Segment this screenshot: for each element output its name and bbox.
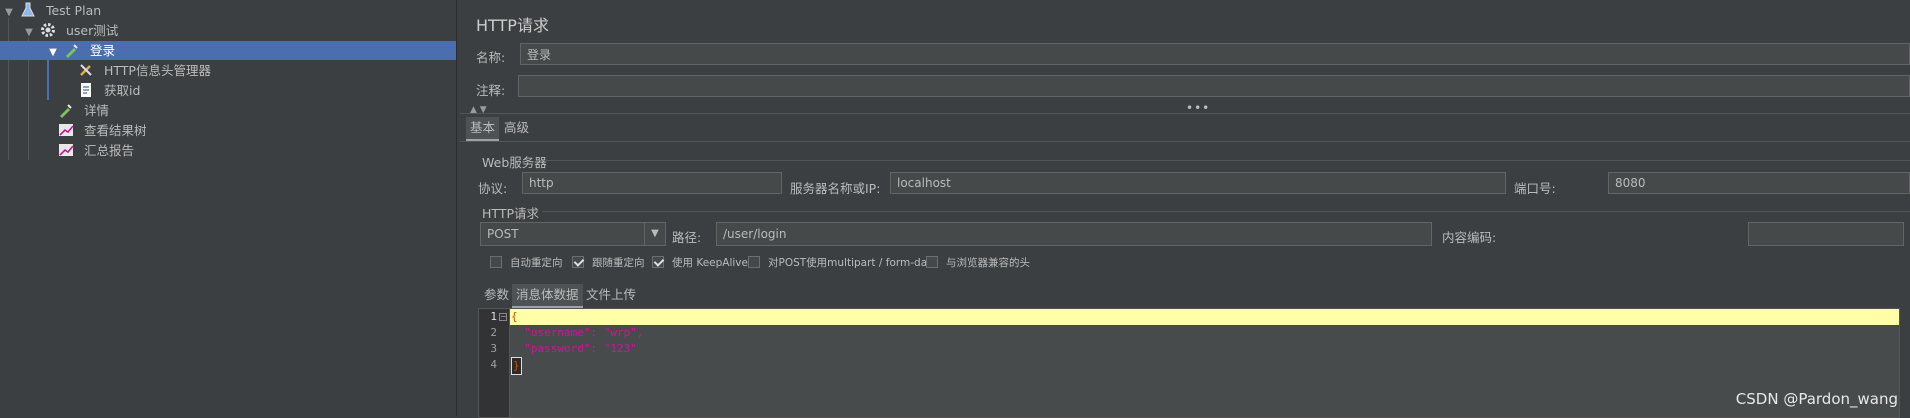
test-plan-tree: ▼ Test Plan ▼ user测试 ▼ 登录 HTTP信息头管理器 获取i… — [0, 0, 457, 416]
checkbox-box[interactable] — [652, 256, 664, 268]
browser-headers-checkbox[interactable]: 与浏览器兼容的头 — [926, 255, 1030, 271]
tree-item-summary-report[interactable]: 汇总报告 — [58, 141, 134, 160]
protocol-label: 协议: — [478, 181, 508, 196]
tree-item-http-header-manager[interactable]: HTTP信息头管理器 — [78, 61, 211, 80]
tree-item-label: 查看结果树 — [83, 123, 147, 138]
tree-item-view-results-tree[interactable]: 查看结果树 — [58, 121, 147, 140]
line-number: 1 — [490, 310, 497, 323]
current-line-highlight — [510, 309, 1899, 325]
server-label: 服务器名称或IP: — [790, 181, 881, 196]
script-icon — [78, 82, 96, 98]
tab-file-upload[interactable]: 文件上传 — [582, 284, 640, 306]
tab-advanced[interactable]: 高级 — [500, 117, 533, 139]
comment-label: 注释: — [476, 83, 506, 98]
name-label: 名称: — [476, 50, 506, 65]
http-section-title: HTTP请求 — [482, 206, 539, 221]
port-field[interactable] — [1608, 172, 1910, 194]
tree-item-label: Test Plan — [45, 3, 102, 18]
tab-basic[interactable]: 基本 — [466, 117, 500, 141]
tree-item-get-id[interactable]: 获取id — [78, 81, 140, 100]
checkbox-box[interactable] — [490, 256, 502, 268]
tree-item-label: HTTP信息头管理器 — [103, 63, 211, 78]
tab-body-data[interactable]: 消息体数据 — [512, 284, 583, 308]
section-divider — [542, 211, 1910, 212]
checkbox-label: 与浏览器兼容的头 — [946, 257, 1030, 269]
tree-item-test-plan[interactable]: ▼ Test Plan — [2, 1, 101, 20]
code-line: "username": "wrp", — [511, 326, 644, 339]
web-server-section-title: Web服务器 — [482, 155, 547, 170]
pipette-icon — [58, 102, 76, 118]
method-select[interactable]: POST ▼ — [480, 222, 666, 246]
tree-item-login-selected[interactable]: ▼ 登录 — [0, 41, 456, 60]
chart-icon — [58, 142, 76, 158]
chevron-down-icon[interactable]: ▼ — [2, 3, 16, 22]
matched-brace: } — [511, 357, 522, 375]
multipart-checkbox[interactable]: 对POST使用multipart / form-data — [748, 255, 938, 271]
tree-item-label: 获取id — [103, 83, 141, 98]
line-number: 3 — [490, 342, 497, 355]
tree-guide-line — [8, 18, 9, 160]
chevron-down-icon[interactable]: ▼ — [644, 223, 665, 245]
tree-item-thread-group[interactable]: ▼ user测试 — [22, 21, 118, 40]
protocol-field[interactable] — [522, 172, 782, 194]
tree-item-label: 详情 — [83, 103, 109, 118]
port-label: 端口号: — [1514, 181, 1556, 196]
line-number: 2 — [490, 326, 497, 339]
server-field[interactable] — [890, 172, 1506, 194]
tree-item-label: user测试 — [65, 23, 119, 38]
checkbox-label: 自动重定向 — [510, 257, 563, 269]
tab-divider — [460, 141, 1910, 142]
checkbox-label: 对POST使用multipart / form-data — [768, 257, 938, 269]
tree-guide-line — [47, 60, 49, 100]
gear-icon — [40, 22, 58, 38]
chart-icon — [58, 122, 76, 138]
watermark: CSDN @Pardon_wang — [1735, 390, 1898, 408]
body-data-editor[interactable]: 1 2 3 4 − { "username": "wrp", "password… — [478, 308, 1900, 418]
code-line: "password": "123" — [511, 342, 637, 355]
checkbox-label: 跟随重定向 — [592, 257, 645, 269]
checkbox-box[interactable] — [572, 256, 584, 268]
checkbox-box[interactable] — [748, 256, 760, 268]
line-number-gutter: 1 2 3 4 − — [479, 309, 510, 417]
comment-field[interactable] — [518, 75, 1910, 97]
keepalive-checkbox[interactable]: 使用 KeepAlive — [652, 255, 748, 271]
checkbox-label: 使用 KeepAlive — [672, 257, 748, 269]
code-area — [510, 325, 1899, 417]
checkbox-box[interactable] — [926, 256, 938, 268]
section-divider — [546, 160, 1910, 161]
wrench-icon — [78, 62, 96, 78]
tree-item-details[interactable]: 详情 — [58, 101, 109, 120]
line-number: 4 — [490, 358, 497, 371]
pipette-icon — [64, 42, 82, 58]
name-field[interactable] — [520, 43, 1910, 65]
chevron-down-icon[interactable]: ▼ — [22, 23, 36, 42]
path-label: 路径: — [672, 230, 702, 245]
flask-icon — [20, 2, 38, 18]
method-value: POST — [487, 227, 519, 241]
tree-item-label: 登录 — [89, 43, 115, 58]
encoding-label: 内容编码: — [1442, 230, 1497, 245]
path-field[interactable] — [716, 222, 1432, 246]
encoding-field[interactable] — [1748, 222, 1904, 246]
tree-item-label: 汇总报告 — [83, 143, 134, 158]
tab-parameters[interactable]: 参数 — [480, 284, 513, 306]
splitter-divider — [460, 113, 1910, 114]
chevron-down-icon[interactable]: ▼ — [46, 43, 60, 62]
auto-redirect-checkbox[interactable]: 自动重定向 — [490, 255, 563, 271]
fold-toggle-icon[interactable]: − — [499, 313, 507, 321]
code-line: { — [511, 310, 518, 323]
page-title: HTTP请求 — [476, 16, 549, 35]
follow-redirect-checkbox[interactable]: 跟随重定向 — [572, 255, 645, 271]
code-line: } — [511, 357, 522, 375]
